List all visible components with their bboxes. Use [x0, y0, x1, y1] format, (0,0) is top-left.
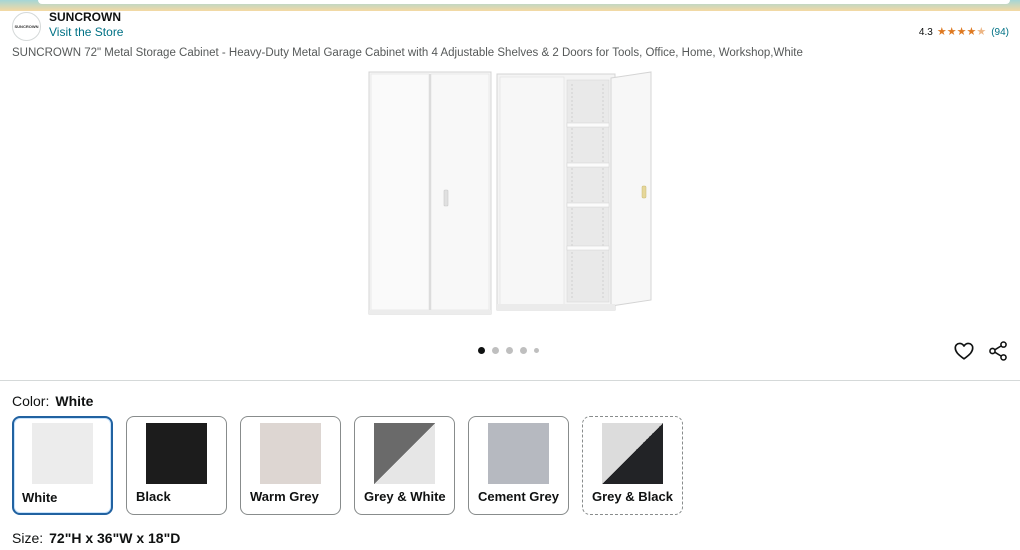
star-icon: ★: [956, 26, 967, 38]
search-bar-strip: [0, 0, 1020, 11]
carousel-dot[interactable]: [520, 347, 527, 354]
swatch-chip: [602, 423, 663, 484]
color-swatch-cement-grey[interactable]: Cement Grey: [468, 416, 569, 515]
search-field-edge[interactable]: [38, 0, 1010, 4]
size-selector-label: Size: 72"H x 36"W x 18"D: [12, 530, 180, 546]
swatch-label: Black: [136, 489, 171, 504]
star-rating-icon: ★ ★ ★ ★ ★: [937, 27, 986, 38]
star-icon: ★: [946, 26, 957, 38]
swatch-label: Grey & White: [364, 489, 446, 504]
color-selector-label: Color: White: [12, 393, 93, 409]
carousel-dot[interactable]: [492, 347, 499, 354]
color-swatch-grey-white[interactable]: Grey & White: [354, 416, 455, 515]
share-icon[interactable]: [987, 340, 1009, 362]
brand-logo-text: SUNCROWN: [14, 24, 39, 29]
rating-count[interactable]: (94): [991, 27, 1009, 38]
size-label: Size:: [12, 530, 44, 546]
product-image[interactable]: [365, 68, 657, 318]
visit-store-link[interactable]: Visit the Store: [49, 25, 123, 39]
star-half-icon: ★: [976, 26, 987, 38]
color-swatch-warm-grey[interactable]: Warm Grey: [240, 416, 341, 515]
rating-score: 4.3: [918, 27, 933, 38]
heart-icon[interactable]: [953, 340, 975, 362]
color-label: Color:: [12, 393, 50, 409]
carousel-dot[interactable]: [506, 347, 513, 354]
color-swatch-black[interactable]: Black: [126, 416, 227, 515]
selected-color-value: White: [55, 393, 94, 409]
rating-summary[interactable]: 4.3 ★ ★ ★ ★ ★ (94): [918, 27, 1009, 39]
color-swatch-list: White Black Warm Grey Grey & White Cemen…: [12, 416, 683, 515]
swatch-chip: [488, 423, 549, 484]
swatch-label: Grey & Black: [592, 489, 673, 504]
swatch-label: White: [22, 490, 58, 505]
swatch-label: Warm Grey: [250, 489, 319, 504]
swatch-label: Cement Grey: [478, 489, 559, 504]
brand-name: SUNCROWN: [49, 10, 121, 24]
section-divider: [0, 380, 1020, 381]
swatch-chip: [32, 423, 93, 484]
carousel-dot[interactable]: [534, 348, 539, 353]
star-icon: ★: [966, 26, 977, 38]
brand-logo[interactable]: SUNCROWN: [12, 12, 41, 41]
swatch-chip: [374, 423, 435, 484]
color-swatch-white[interactable]: White: [12, 416, 113, 515]
carousel-dot[interactable]: [478, 347, 485, 354]
swatch-chip: [260, 423, 321, 484]
star-icon: ★: [936, 26, 947, 38]
product-title: SUNCROWN 72" Metal Storage Cabinet - Hea…: [12, 47, 803, 59]
color-swatch-grey-black[interactable]: Grey & Black: [582, 416, 683, 515]
selected-size-value: 72"H x 36"W x 18"D: [49, 530, 181, 546]
image-carousel-dots[interactable]: [478, 347, 539, 354]
swatch-chip: [146, 423, 207, 484]
